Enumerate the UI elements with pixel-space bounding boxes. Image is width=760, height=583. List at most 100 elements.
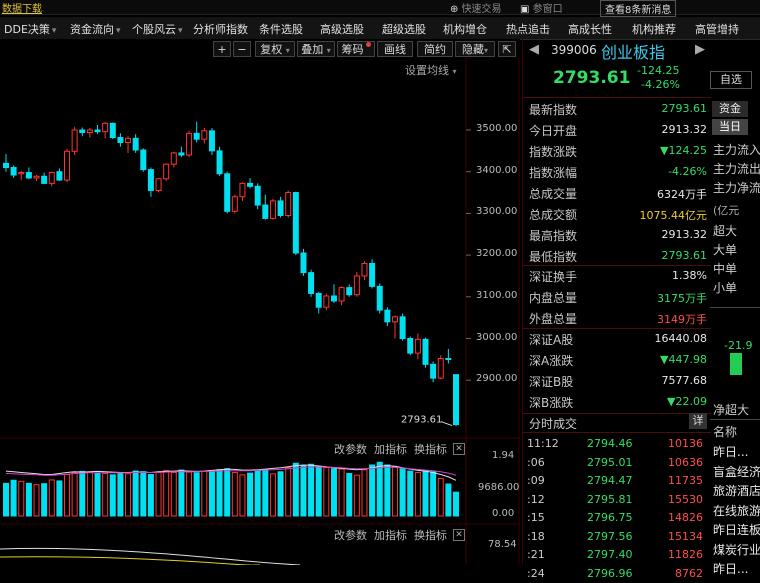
tab-today[interactable]: 当日	[712, 119, 748, 135]
volume-bar	[125, 473, 132, 517]
news-notification[interactable]: 查看8条新消息	[600, 0, 677, 17]
quick-trade-button[interactable]: ⊕ 快速交易	[450, 0, 502, 15]
vol-add-indicator-button[interactable]: 加指标	[374, 441, 407, 457]
candle-body	[308, 272, 315, 294]
tick-row: :18 2797.56 15134	[523, 528, 711, 546]
menu-item-9[interactable]: 高成长性	[568, 21, 612, 37]
concept-list-item[interactable]: 旅游酒店	[713, 482, 760, 499]
concept-list-item[interactable]: 昨日...	[713, 443, 748, 460]
candle-body	[414, 338, 421, 354]
quote-label: 今日开盘	[529, 124, 578, 138]
ind-add-indicator-button[interactable]: 加指标	[374, 527, 407, 543]
volume-bar	[86, 471, 93, 517]
menu-item-10[interactable]: 机构推荐	[632, 21, 676, 37]
candle-body	[277, 200, 284, 216]
menu-item-1[interactable]: 资金流向 ▾	[70, 21, 121, 37]
volume-bar	[147, 473, 154, 517]
candle-body	[399, 316, 406, 340]
tick-volume: 11735	[668, 474, 703, 487]
candle-body	[125, 137, 132, 144]
volume-bar	[315, 466, 322, 517]
menu-item-11[interactable]: 高管增持	[695, 21, 739, 37]
zoom-in-button[interactable]: +	[213, 41, 231, 57]
close-vol-panel-icon[interactable]: ✕	[453, 443, 465, 455]
prev-stock-icon[interactable]: ◀	[529, 42, 539, 57]
ind-switch-indicator-button[interactable]: 换指标	[414, 527, 447, 543]
next-stock-icon[interactable]: ▶	[695, 42, 705, 57]
price-tick-label: 2900.00	[476, 373, 518, 385]
volume-bar	[102, 472, 109, 517]
quote-label: 最低指数	[529, 250, 578, 264]
close-ind-panel-icon[interactable]: ✕	[453, 529, 465, 541]
hide-button[interactable]: 隐藏▾	[455, 41, 495, 57]
top-strip: 数据下载 ⊕ 快速交易 ▣ 参窗口 查看8条新消息	[0, 0, 760, 17]
draw-line-button[interactable]: 画线	[377, 41, 413, 57]
volume-bar	[323, 467, 330, 517]
menu-item-2[interactable]: 个股风云 ▾	[132, 21, 183, 37]
quote-value: 2793.61	[661, 102, 708, 115]
ind-params-button[interactable]: 改参数	[334, 527, 367, 543]
volume-bar	[285, 467, 292, 517]
indicator-line	[0, 556, 260, 565]
price-tick-label: 3000.00	[476, 331, 518, 343]
tick-price: 2796.75	[587, 511, 633, 524]
vol-switch-indicator-button[interactable]: 换指标	[414, 441, 447, 457]
adjust-price-button[interactable]: 复权 ▾	[255, 41, 295, 57]
volume-bar	[79, 470, 86, 517]
volume-bar	[430, 471, 437, 517]
vol-params-button[interactable]: 改参数	[334, 441, 367, 457]
menu-item-3[interactable]: 分析师指数	[193, 21, 248, 37]
menu-item-5[interactable]: 高级选股	[320, 21, 364, 37]
volume-bar	[453, 491, 459, 517]
tick-volume: 10136	[668, 437, 703, 450]
size-s-label: 小单	[713, 281, 738, 295]
index-name: 创业板指	[601, 43, 666, 62]
data-download-link[interactable]: 数据下载	[2, 0, 42, 15]
concept-list-item[interactable]: 在线旅游	[713, 502, 760, 519]
menu-item-7[interactable]: 机构增仓	[443, 21, 487, 37]
ticks-title: 分时成交	[529, 417, 578, 431]
candle-body	[140, 149, 147, 171]
tick-time: :18	[527, 529, 545, 543]
quote-label: 指数涨幅	[529, 166, 578, 180]
quote-row: 总成交额 1075.44亿元	[529, 204, 709, 224]
price-tick-label: 3200.00	[476, 248, 518, 260]
chips-button[interactable]: 筹码	[337, 41, 375, 57]
volume-bar	[117, 471, 124, 517]
candle-body	[170, 152, 177, 165]
size-l-label: 大单	[713, 243, 738, 257]
quote-value: ▼124.25	[660, 144, 707, 157]
candle-body	[437, 358, 444, 379]
quote-value: 16440.08	[654, 332, 708, 345]
volume-bar	[239, 474, 246, 517]
dropdown-arrow-icon: ▾	[178, 26, 183, 36]
candle-body	[224, 173, 231, 212]
quote-panel: ◀ 399006 创业板指 ▶ 2793.61 -124.25 -4.26% 最…	[522, 39, 711, 580]
menu-item-6[interactable]: 超级选股	[382, 21, 426, 37]
volume-bar	[292, 462, 299, 517]
menu-item-0[interactable]: DDE决策 ▾	[4, 21, 56, 37]
concept-list-item[interactable]: 煤炭行业	[713, 541, 760, 558]
ticks-detail-button[interactable]: 详	[689, 413, 707, 429]
divider	[523, 432, 711, 433]
simple-mode-button[interactable]: 简约	[417, 41, 453, 57]
volume-bar	[338, 468, 345, 517]
concept-list-item[interactable]: 盲盒经济	[713, 463, 760, 480]
chat-window-button[interactable]: ▣ 参窗口	[520, 0, 563, 15]
candle-body	[163, 163, 170, 180]
name-header: 名称	[713, 425, 738, 439]
menu-item-4[interactable]: 条件选股	[259, 21, 303, 37]
concept-list-item[interactable]: 昨日...	[713, 560, 748, 577]
tab-capital[interactable]: 资金	[712, 101, 748, 117]
candle-body	[376, 285, 383, 311]
expand-icon[interactable]: ⇱	[498, 41, 516, 57]
overlay-button[interactable]: 叠加 ▾	[297, 41, 335, 57]
menu-item-8[interactable]: 热点追击	[506, 21, 550, 37]
kline-chart[interactable]: 2793.61	[0, 58, 520, 565]
tick-time: :09	[527, 474, 545, 487]
concept-list-item[interactable]: 昨日连板	[713, 521, 760, 538]
select-button[interactable]: 自选	[710, 71, 752, 89]
candle-body	[369, 262, 376, 287]
zoom-out-button[interactable]: −	[233, 41, 251, 57]
flow-bar-value: -21.9	[724, 339, 753, 352]
